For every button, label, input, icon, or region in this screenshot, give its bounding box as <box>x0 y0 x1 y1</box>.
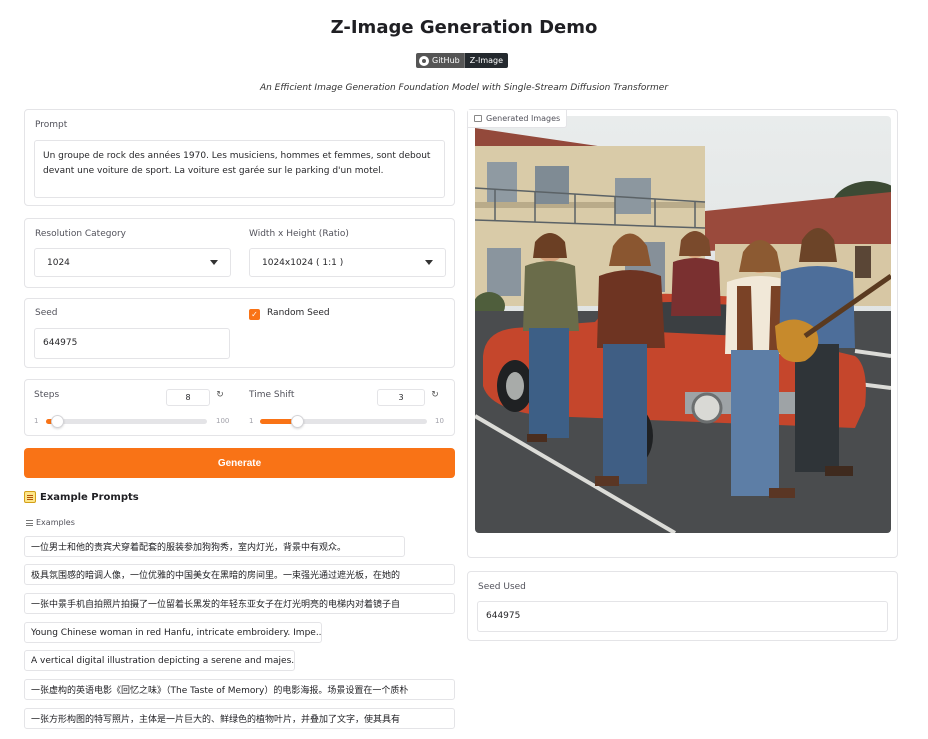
example-prompts-title: Example Prompts <box>40 491 139 503</box>
example-item[interactable]: Young Chinese woman in red Hanfu, intric… <box>24 622 322 643</box>
badge-left-text: GitHub <box>432 56 460 65</box>
generated-images-label: Generated Images <box>468 110 568 128</box>
chevron-down-icon <box>210 260 218 265</box>
time-shift-label: Time Shift <box>249 390 295 400</box>
size-dropdown[interactable]: 1024x1024 ( 1:1 ) <box>249 248 446 277</box>
page-title: Z-Image Generation Demo <box>330 17 598 38</box>
time-shift-min: 1 <box>249 417 254 425</box>
github-badge[interactable]: GitHub Z-Image <box>416 53 509 68</box>
image-icon <box>474 115 482 122</box>
example-item[interactable]: 一张方形构图的特写照片，主体是一片巨大的、鲜绿色的植物叶片，并叠加了文字，使其具… <box>24 708 455 729</box>
badge-right-text: Z-Image <box>463 53 509 68</box>
generated-image[interactable] <box>475 116 891 533</box>
size-value: 1024x1024 ( 1:1 ) <box>262 257 344 268</box>
example-prompts-heading: Example Prompts <box>24 491 139 503</box>
resolution-category-dropdown[interactable]: 1024 <box>34 248 231 277</box>
time-shift-slider[interactable] <box>260 415 427 428</box>
time-shift-slider-thumb[interactable] <box>291 415 304 428</box>
list-icon <box>26 519 33 526</box>
prompt-panel: Prompt Un groupe de rock des années 1970… <box>24 109 455 206</box>
page-subtitle: An Efficient Image Generation Foundation… <box>259 83 669 93</box>
example-item[interactable]: 极具氛围感的暗调人像，一位优雅的中国美女在黑暗的房间里。一束强光通过遮光板，在她… <box>24 564 455 585</box>
resolution-category-label: Resolution Category <box>35 229 126 239</box>
steps-min: 1 <box>34 417 39 425</box>
examples-label: Examples <box>26 518 75 527</box>
time-shift-reset-icon[interactable]: ↻ <box>425 390 445 400</box>
resolution-category-value: 1024 <box>47 257 70 268</box>
random-seed-checkbox[interactable]: ✓ <box>249 309 260 320</box>
seed-input[interactable]: 644975 <box>34 328 230 359</box>
seed-used-panel: Seed Used 644975 <box>467 571 898 641</box>
time-shift-number-input[interactable]: 3 <box>377 389 425 406</box>
prompt-textarea[interactable]: Un groupe de rock des années 1970. Les m… <box>34 140 445 198</box>
steps-reset-icon[interactable]: ↻ <box>210 390 230 400</box>
steps-number-input[interactable]: 8 <box>166 389 210 406</box>
seed-label: Seed <box>35 308 58 318</box>
check-icon: ✓ <box>251 310 258 319</box>
github-icon <box>419 55 429 66</box>
steps-slider-thumb[interactable] <box>51 415 64 428</box>
seed-used-label: Seed Used <box>478 582 526 592</box>
example-item[interactable]: 一张虚构的英语电影《回忆之味》（The Taste of Memory）的电影海… <box>24 679 455 700</box>
examples-label-text: Examples <box>36 518 75 527</box>
resolution-panel: Resolution Category 1024 Width x Height … <box>24 218 455 288</box>
generate-button[interactable]: Generate <box>24 448 455 478</box>
seed-panel: Seed 644975 ✓ Random Seed <box>24 298 455 368</box>
memo-icon <box>24 491 36 503</box>
size-label: Width x Height (Ratio) <box>249 229 349 239</box>
example-item[interactable]: A vertical digital illustration depictin… <box>24 650 295 671</box>
time-shift-max: 10 <box>435 417 444 425</box>
generated-image-drawing <box>475 116 891 533</box>
sampling-panel: Steps 8 ↻ 1 100 Time Shift 3 ↻ 1 10 <box>24 379 455 436</box>
random-seed-label: Random Seed <box>267 308 330 318</box>
example-item[interactable]: 一张中景手机自拍照片拍摄了一位留着长黑发的年轻东亚女子在灯光明亮的电梯内对着镜子… <box>24 593 455 614</box>
steps-max: 100 <box>216 417 230 425</box>
steps-slider[interactable] <box>46 415 207 428</box>
prompt-label: Prompt <box>35 120 68 130</box>
example-item[interactable]: 一位男士和他的贵宾犬穿着配套的服装参加狗狗秀，室内灯光，背景中有观众。 <box>24 536 405 557</box>
steps-label: Steps <box>34 390 60 400</box>
generated-images-label-text: Generated Images <box>486 114 561 123</box>
seed-used-output[interactable]: 644975 <box>477 601 888 632</box>
chevron-down-icon <box>425 260 433 265</box>
